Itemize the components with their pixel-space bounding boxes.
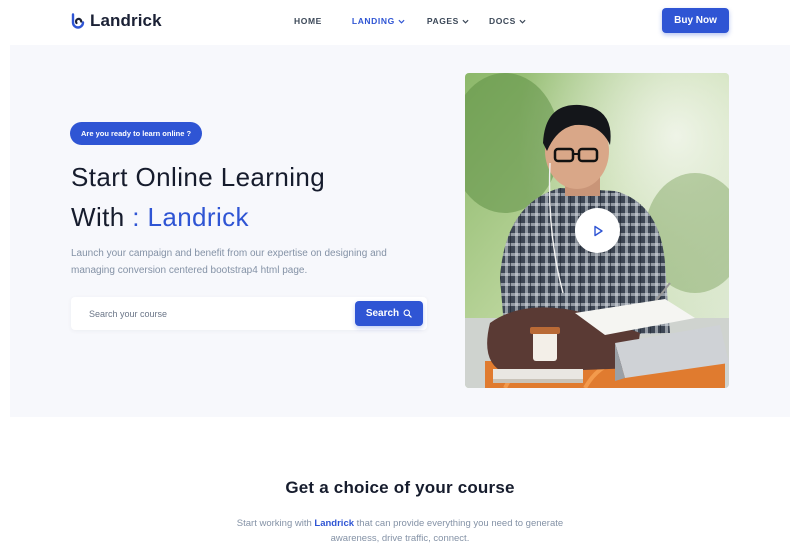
search-button[interactable]: Search: [355, 301, 423, 326]
headline-line1: Start Online Learning: [71, 162, 326, 192]
chevron-down-icon: [398, 19, 405, 24]
hero-badge: Are you ready to learn online ?: [70, 122, 203, 145]
chevron-down-icon: [519, 19, 526, 24]
search-input[interactable]: [71, 297, 351, 330]
logo-text: Landrick: [90, 11, 162, 30]
headline-line2-prefix: With: [71, 202, 125, 232]
search-button-label: Search: [365, 308, 400, 319]
nav-item-label: LANDING: [351, 16, 395, 26]
nav-item-label: DOCS: [488, 16, 516, 26]
chevron-down-icon: [462, 19, 469, 24]
nav-item-label: HOME: [294, 16, 322, 26]
subtitle-suffix: that can provide everything you need to …: [330, 518, 564, 544]
nav-item-docs[interactable]: DOCS: [489, 16, 526, 26]
logo[interactable]: Landrick: [70, 11, 162, 31]
play-video-button[interactable]: [575, 208, 620, 253]
play-icon: [593, 225, 603, 236]
section-title: Get a choice of your course: [285, 478, 515, 497]
buy-now-button[interactable]: Buy Now: [662, 8, 729, 33]
subtitle-prefix: Start working with: [236, 518, 312, 529]
nav-item-home[interactable]: HOME: [294, 16, 322, 26]
nav-item-label: PAGES: [426, 16, 459, 26]
site-header: Landrick HOME LANDING PAGES DOCS Buy Now: [0, 0, 800, 42]
course-search: Search: [71, 297, 427, 330]
headline-accent: : Landrick: [132, 202, 249, 232]
hero-lead: Launch your campaign and benefit from ou…: [71, 248, 387, 276]
search-icon: [403, 309, 412, 318]
section-subtitle: Start working with Landrick that can pro…: [225, 516, 575, 546]
main-nav: HOME LANDING PAGES DOCS: [294, 16, 526, 26]
hero-headline: Start Online Learning With : Landrick: [71, 157, 325, 237]
subtitle-brand: Landrick: [314, 518, 355, 529]
nav-item-pages[interactable]: PAGES: [427, 16, 469, 26]
logo-icon: [71, 13, 85, 29]
nav-item-landing[interactable]: LANDING: [352, 16, 405, 26]
